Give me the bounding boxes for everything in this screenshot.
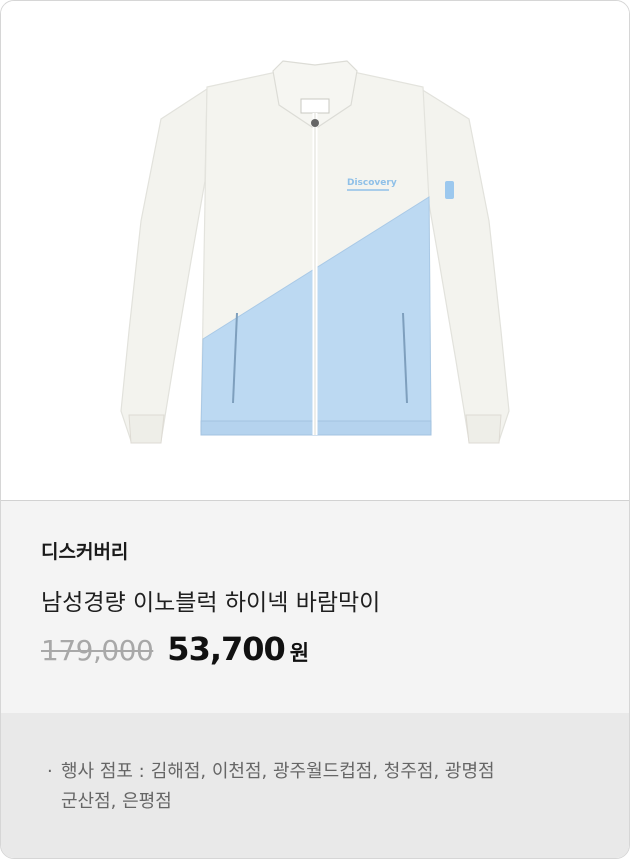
zipper-pull — [311, 119, 319, 127]
product-image[interactable]: Discovery — [1, 1, 629, 501]
event-stores-list-continued: 군산점, 은평점 — [61, 791, 172, 812]
left-sleeve — [120, 87, 208, 442]
event-stores-line: · 행사 점포 : 김해점, 이천점, 광주월드컵점, 청주점, 광명점 — [47, 757, 589, 787]
collar-tag — [300, 98, 330, 114]
price-row: 179,000 53,700 원 — [41, 630, 589, 670]
bullet-icon: · — [47, 761, 53, 782]
original-price: 179,000 — [41, 634, 154, 667]
event-stores-list: 김해점, 이천점, 광주월드컵점, 청주점, 광명점 — [150, 761, 495, 782]
left-cuff — [128, 414, 165, 444]
sleeve-logo — [445, 181, 454, 199]
right-sleeve — [420, 87, 510, 442]
sale-price: 53,700 — [167, 630, 285, 668]
right-cuff — [465, 414, 502, 444]
event-stores-section: · 행사 점포 : 김해점, 이천점, 광주월드컵점, 청주점, 광명점 군산점… — [1, 713, 629, 858]
event-label: 행사 점포 : — [61, 761, 145, 782]
product-card[interactable]: Discovery 디스커버리 남성경량 이노블럭 하이넥 바람막이 179,0… — [0, 0, 630, 859]
jacket-illustration: Discovery — [120, 60, 510, 444]
currency-unit: 원 — [289, 641, 310, 665]
brand-name: 디스커버리 — [41, 541, 129, 563]
product-title[interactable]: 남성경량 이노블럭 하이넥 바람막이 — [41, 588, 589, 618]
product-info[interactable]: 디스커버리 남성경량 이노블럭 하이넥 바람막이 179,000 53,700 … — [1, 501, 629, 713]
jacket-logo: Discovery — [347, 178, 397, 188]
